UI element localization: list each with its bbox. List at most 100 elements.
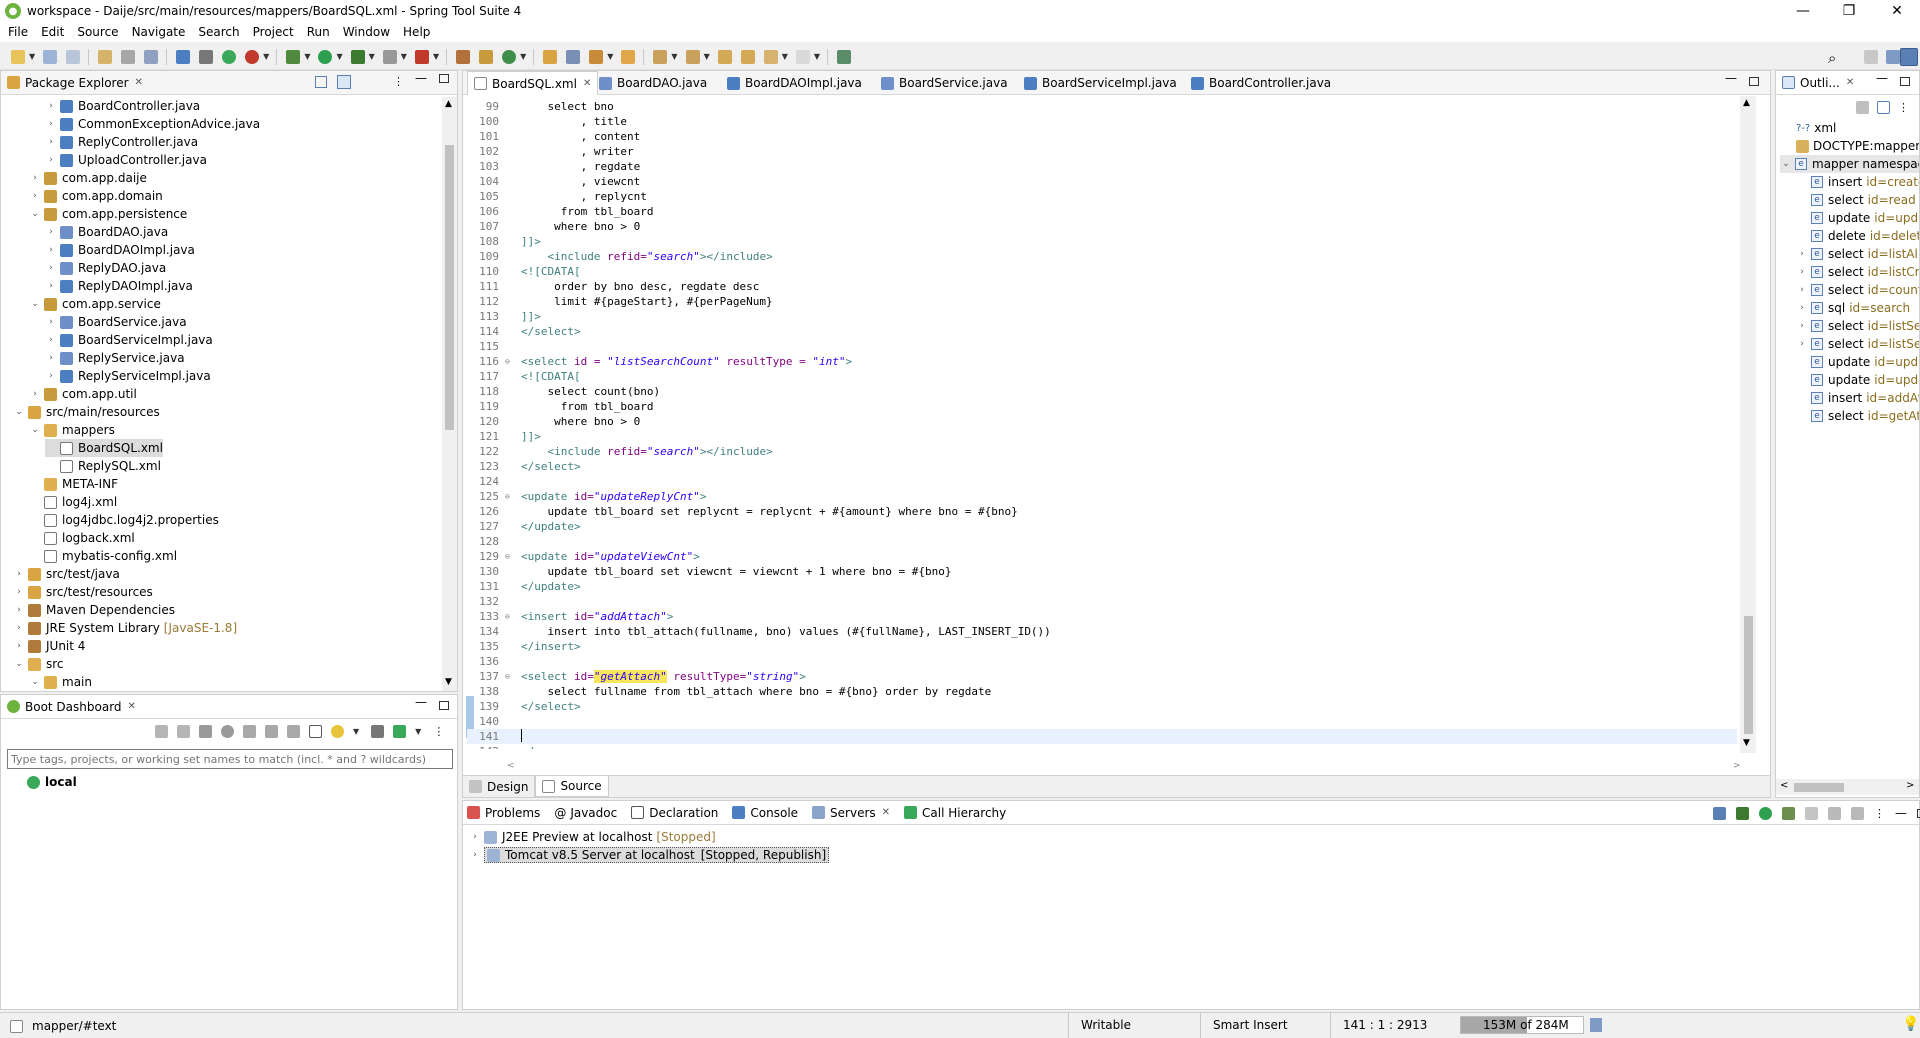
open-perspective-icon[interactable] [1864,50,1878,64]
editor-tab-boarddaoimpl[interactable]: BoardDAOImpl.java [721,71,868,95]
code-line[interactable]: 115 [467,339,1737,354]
code-line[interactable]: 124 [467,474,1737,489]
tree-item[interactable]: logback.xml [29,529,135,547]
sort-icon[interactable] [1856,101,1869,114]
scroll-right-icon[interactable]: > [1733,761,1741,771]
chevron-right-icon[interactable]: › [45,101,57,111]
code-line[interactable]: 122 <include refid="search"></include> [467,444,1737,459]
code-line[interactable]: 126 update tbl_board set replycnt = repl… [467,504,1737,519]
code-line[interactable]: 117 <![CDATA[ [467,369,1737,384]
declaration-tab[interactable]: Declaration [631,806,718,820]
chevron-down-icon[interactable]: ▼ [782,52,788,61]
stop-icon[interactable] [199,725,212,738]
minimize-view-icon[interactable]: — [1725,71,1737,85]
chevron-right-icon[interactable]: › [45,371,57,381]
spring-perspective-icon[interactable] [1900,48,1918,66]
close-icon[interactable]: ✕ [1846,77,1854,88]
chevron-right-icon[interactable]: › [45,137,57,147]
chevron-down-icon[interactable]: ⌄ [13,407,25,417]
code-line[interactable]: 103 , regdate [467,159,1737,174]
chevron-down-icon[interactable]: ⌄ [13,659,25,669]
code-line[interactable]: 137 ⊖ <select id="getAttach" resultType="s… [467,669,1737,684]
chevron-right-icon[interactable]: › [1796,285,1808,295]
chevron-right-icon[interactable]: › [13,569,25,579]
chevron-down-icon[interactable]: ⌄ [1780,159,1792,169]
tree-item[interactable]: ⌄ com.app.persistence [29,205,187,223]
restart-icon[interactable] [177,725,190,738]
chevron-right-icon[interactable]: › [13,587,25,597]
tree-item[interactable]: ⌄ src/main/resources [13,403,160,421]
outline-item[interactable]: eupdateid=upda... [1796,371,1919,389]
tree-item[interactable]: › ReplyService.java [45,349,184,367]
chevron-down-icon[interactable]: ▼ [401,52,407,61]
code-line[interactable]: 131 </update> [467,579,1737,594]
server-row[interactable]: › Tomcat v8.5 Server at localhost [Stopp… [469,846,830,864]
chevron-down-icon[interactable]: ▼ [336,52,342,61]
editor-vertical-scrollbar[interactable]: ▲ ▼ [1740,96,1756,753]
tree-item[interactable]: ⌄ mappers [29,421,115,439]
fold-toggle-icon[interactable]: ⊖ [505,552,513,561]
start-icon[interactable] [155,725,168,738]
tree-item[interactable]: › JUnit 4 [13,637,85,655]
chevron-right-icon[interactable]: › [1796,249,1808,259]
problems-tab[interactable]: Problems [467,806,540,820]
menu-window[interactable]: Window [343,25,390,39]
editor-tab-boardserviceimpl[interactable]: BoardServiceImpl.java [1018,71,1183,95]
outline-item[interactable]: ⌄e mapper namespace=... [1780,155,1919,173]
outline-item[interactable]: einsertid=addAtt... [1796,389,1919,407]
menu-search[interactable]: Search [198,25,239,39]
chevron-right-icon[interactable]: › [45,119,57,129]
chevron-right-icon[interactable]: › [13,623,25,633]
view-menu-icon[interactable]: ⋮ [433,725,444,738]
terminal-icon[interactable] [144,49,159,64]
open-task-icon[interactable] [566,49,581,64]
chevron-right-icon[interactable]: › [13,605,25,615]
scroll-right-icon[interactable]: > [1906,780,1914,791]
coverage-icon[interactable] [350,49,365,64]
outline-item[interactable]: eselectid=getAtta... [1796,407,1919,425]
code-line[interactable]: 125 ⊖ <update id="updateReplyCnt"> [467,489,1737,504]
chevron-right-icon[interactable]: › [13,641,25,651]
tree-item[interactable]: BoardSQL.xml [45,439,163,457]
chevron-down-icon[interactable]: ⌄ [29,299,41,309]
edit-icon[interactable] [287,725,300,738]
design-tab[interactable]: Design [463,776,536,797]
open-browser-icon[interactable] [221,725,234,738]
chevron-down-icon[interactable]: ▼ [520,52,526,61]
chevron-down-icon[interactable]: ▼ [671,52,677,61]
tree-item[interactable]: › BoardServiceImpl.java [45,331,213,349]
outline-item[interactable]: ›eselectid=listSea... [1796,317,1919,335]
outline-item[interactable]: e select id=read [1796,191,1916,209]
tree-item[interactable]: › BoardDAO.java [45,223,168,241]
maximize-view-icon[interactable] [1900,77,1910,86]
maximize-view-icon[interactable] [439,74,449,83]
menu-source[interactable]: Source [77,25,118,39]
start-server-icon[interactable] [1759,806,1772,820]
tree-item[interactable]: ⌄ com.app.service [29,295,161,313]
close-icon[interactable]: ✕ [882,807,890,818]
menu-navigate[interactable]: Navigate [132,25,186,39]
minimize-view-icon[interactable]: — [415,71,427,85]
boot-dashboard-filter-input[interactable] [7,749,453,769]
code-line[interactable]: 130 update tbl_board set viewcnt = viewc… [467,564,1737,579]
scrollbar-thumb[interactable] [1744,616,1753,734]
expose-icon[interactable] [371,725,385,738]
debug-icon[interactable] [286,49,301,64]
menu-help[interactable]: Help [403,25,430,39]
package-explorer-tab[interactable]: Package Explorer ✕ [7,76,143,90]
open-type-icon[interactable] [543,49,558,64]
profile-server-icon[interactable] [1782,806,1795,820]
outline-item[interactable]: einsertid=create [1796,173,1919,191]
forward-icon[interactable] [795,49,810,64]
save-icon[interactable] [43,49,58,64]
code-line[interactable]: 107 where bno > 0 [467,219,1737,234]
chevron-down-icon[interactable]: ▼ [433,52,439,61]
outline-item[interactable]: ›eselectid=countP... [1796,281,1919,299]
boot-dashboard-tab[interactable]: Boot Dashboard ✕ [7,700,136,714]
chevron-right-icon[interactable]: › [45,245,57,255]
chevron-right-icon[interactable]: › [45,281,57,291]
code-line[interactable]: 109 <include refid="search"></include> [467,249,1737,264]
maximize-button[interactable]: ❐ [1826,0,1872,22]
pin-editor-icon[interactable] [837,49,852,64]
skip-breakpoints-icon[interactable] [199,49,214,64]
